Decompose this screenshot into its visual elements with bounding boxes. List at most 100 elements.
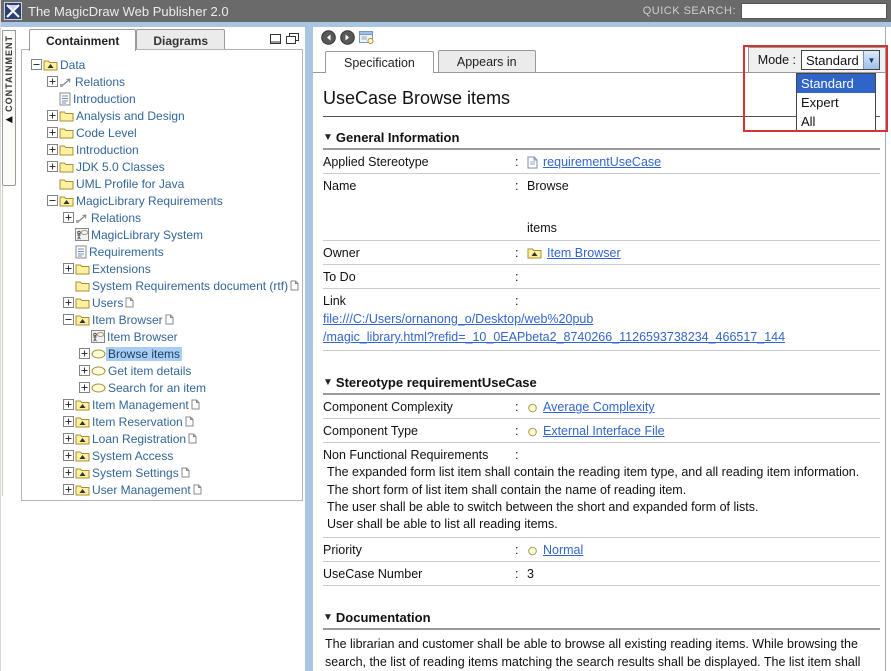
property-link[interactable]: Average Complexity xyxy=(543,400,655,414)
property-link[interactable]: Normal xyxy=(543,543,583,557)
tree-item-magiclibrary-requirements[interactable]: MagicLibrary Requirements xyxy=(26,192,300,209)
expand-icon[interactable] xyxy=(46,76,59,87)
tree-item-uml-profile-for-java[interactable]: UML Profile for Java xyxy=(26,175,300,192)
tree-item-data[interactable]: Data xyxy=(26,56,300,73)
tree-item-relations[interactable]: Relations xyxy=(26,73,300,90)
page-suffix-icon xyxy=(181,467,190,478)
tree-item-item-reservation[interactable]: Item Reservation xyxy=(26,413,300,430)
tree-item-label: Item Browser xyxy=(105,330,180,344)
package-icon xyxy=(75,416,90,428)
toggle-spacer xyxy=(46,178,59,189)
requirement-line: The short form of list item shall contai… xyxy=(323,482,880,499)
back-icon[interactable] xyxy=(321,30,336,45)
tree-item-label: Browse items xyxy=(106,347,182,361)
expand-icon[interactable] xyxy=(62,263,75,274)
tree-item-introduction[interactable]: Introduction xyxy=(26,141,300,158)
tab-diagrams[interactable]: Diagrams xyxy=(136,29,225,51)
tree-item-extensions[interactable]: Extensions xyxy=(26,260,300,277)
circle-icon xyxy=(527,545,538,556)
tree-item-user-management[interactable]: User Management xyxy=(26,481,300,498)
expand-icon[interactable] xyxy=(78,348,91,359)
tree-item-get-item-details[interactable]: Get item details xyxy=(26,362,300,379)
tree-item-system-access[interactable]: System Access xyxy=(26,447,300,464)
expand-icon[interactable] xyxy=(62,416,75,427)
tree-item-requirements[interactable]: Requirements xyxy=(26,243,300,260)
tree-item-introduction[interactable]: Introduction xyxy=(26,90,300,107)
page-suffix-icon xyxy=(125,297,134,308)
expand-icon[interactable] xyxy=(78,382,91,393)
section-documentation: ▼DocumentationThe librarian and customer… xyxy=(323,610,880,671)
containment-collapse-handle[interactable]: CONTAINMENT ◀ xyxy=(2,30,16,186)
tree-item-system-requirements-document-rtf-[interactable]: System Requirements document (rtf) xyxy=(26,277,300,294)
expand-icon[interactable] xyxy=(46,127,59,138)
property-row: Non Functional Requirements:The expanded… xyxy=(323,443,880,538)
tree-item-code-level[interactable]: Code Level xyxy=(26,124,300,141)
property-row: Name:Browseitems xyxy=(323,174,880,241)
tree-item-item-browser[interactable]: Item Browser xyxy=(26,328,300,345)
tree-item-system-settings[interactable]: System Settings xyxy=(26,464,300,481)
tree-item-label: Introduction xyxy=(71,92,138,106)
tree-item-analysis-and-design[interactable]: Analysis and Design xyxy=(26,107,300,124)
tree-item-item-browser[interactable]: Item Browser xyxy=(26,311,300,328)
property-label: Applied Stereotype xyxy=(323,155,515,169)
specification-dialog-icon[interactable] xyxy=(359,31,375,45)
tree-item-item-management[interactable]: Item Management xyxy=(26,396,300,413)
tree-item-jdk-5-0-classes[interactable]: JDK 5.0 Classes xyxy=(26,158,300,175)
tree-item-loan-registration[interactable]: Loan Registration xyxy=(26,430,300,447)
tree-item-relations[interactable]: Relations xyxy=(26,209,300,226)
collapse-icon[interactable] xyxy=(62,314,75,325)
collapse-icon[interactable] xyxy=(30,59,43,70)
collapse-icon[interactable] xyxy=(46,195,59,206)
property-colon: : xyxy=(515,294,527,308)
expand-icon[interactable] xyxy=(62,484,75,495)
file-link[interactable]: file:///C:/Users/ornanong_o/Desktop/web%… xyxy=(323,312,593,326)
mode-option-expert[interactable]: Expert xyxy=(797,93,875,112)
tab-specification[interactable]: Specification xyxy=(325,51,434,73)
circle-icon xyxy=(527,426,538,437)
expand-icon[interactable] xyxy=(62,467,75,478)
section-header[interactable]: ▼General Information xyxy=(323,130,880,150)
mode-select[interactable]: Standard ▼ xyxy=(801,50,880,70)
cascade-windows-icon[interactable] xyxy=(286,33,299,44)
left-edge-line xyxy=(2,186,3,496)
tree-item-browse-items[interactable]: Browse items xyxy=(26,345,300,362)
tab-appears-in[interactable]: Appears in xyxy=(438,50,536,72)
expand-icon[interactable] xyxy=(46,144,59,155)
section-title: Stereotype requirementUseCase xyxy=(336,375,537,390)
quick-search-input[interactable] xyxy=(741,3,887,19)
forward-icon[interactable] xyxy=(340,30,355,45)
tab-containment[interactable]: Containment xyxy=(29,29,136,51)
requirements-text-block: The expanded form list item shall contai… xyxy=(323,464,880,533)
property-label: Component Complexity xyxy=(323,400,515,414)
tree-item-users[interactable]: Users xyxy=(26,294,300,311)
expand-icon[interactable] xyxy=(62,450,75,461)
expand-icon[interactable] xyxy=(62,399,75,410)
property-link[interactable]: External Interface File xyxy=(543,424,665,438)
expand-icon[interactable] xyxy=(78,365,91,376)
tree-item-search-for-an-item[interactable]: Search for an item xyxy=(26,379,300,396)
panel-splitter[interactable] xyxy=(305,27,313,671)
expand-icon[interactable] xyxy=(46,161,59,172)
property-value: requirementUseCase xyxy=(527,155,880,169)
package-icon xyxy=(43,59,58,71)
expand-icon[interactable] xyxy=(62,212,75,223)
dropdown-arrow-icon[interactable]: ▼ xyxy=(863,51,879,69)
property-value: Normal xyxy=(527,543,880,557)
property-link[interactable]: Item Browser xyxy=(547,246,621,260)
value-line: items xyxy=(527,221,569,236)
mode-option-standard[interactable]: Standard xyxy=(797,74,875,93)
property-link[interactable]: requirementUseCase xyxy=(543,155,661,169)
tree-item-label: System Requirements document (rtf) xyxy=(90,279,290,293)
property-label: Name xyxy=(323,179,515,193)
expand-icon[interactable] xyxy=(62,433,75,444)
mode-option-all[interactable]: All xyxy=(797,112,875,131)
file-link[interactable]: /magic_library.html?refid=_10_0EAPbeta2_… xyxy=(323,330,785,344)
expand-icon[interactable] xyxy=(62,297,75,308)
section-header[interactable]: ▼Stereotype requirementUseCase xyxy=(323,375,880,395)
single-window-icon[interactable] xyxy=(270,34,281,44)
relations-icon xyxy=(75,212,89,224)
expand-icon[interactable] xyxy=(46,110,59,121)
tree-item-magiclibrary-system[interactable]: MagicLibrary System xyxy=(26,226,300,243)
section-header[interactable]: ▼Documentation xyxy=(323,610,880,630)
section-collapse-icon: ▼ xyxy=(323,612,333,623)
